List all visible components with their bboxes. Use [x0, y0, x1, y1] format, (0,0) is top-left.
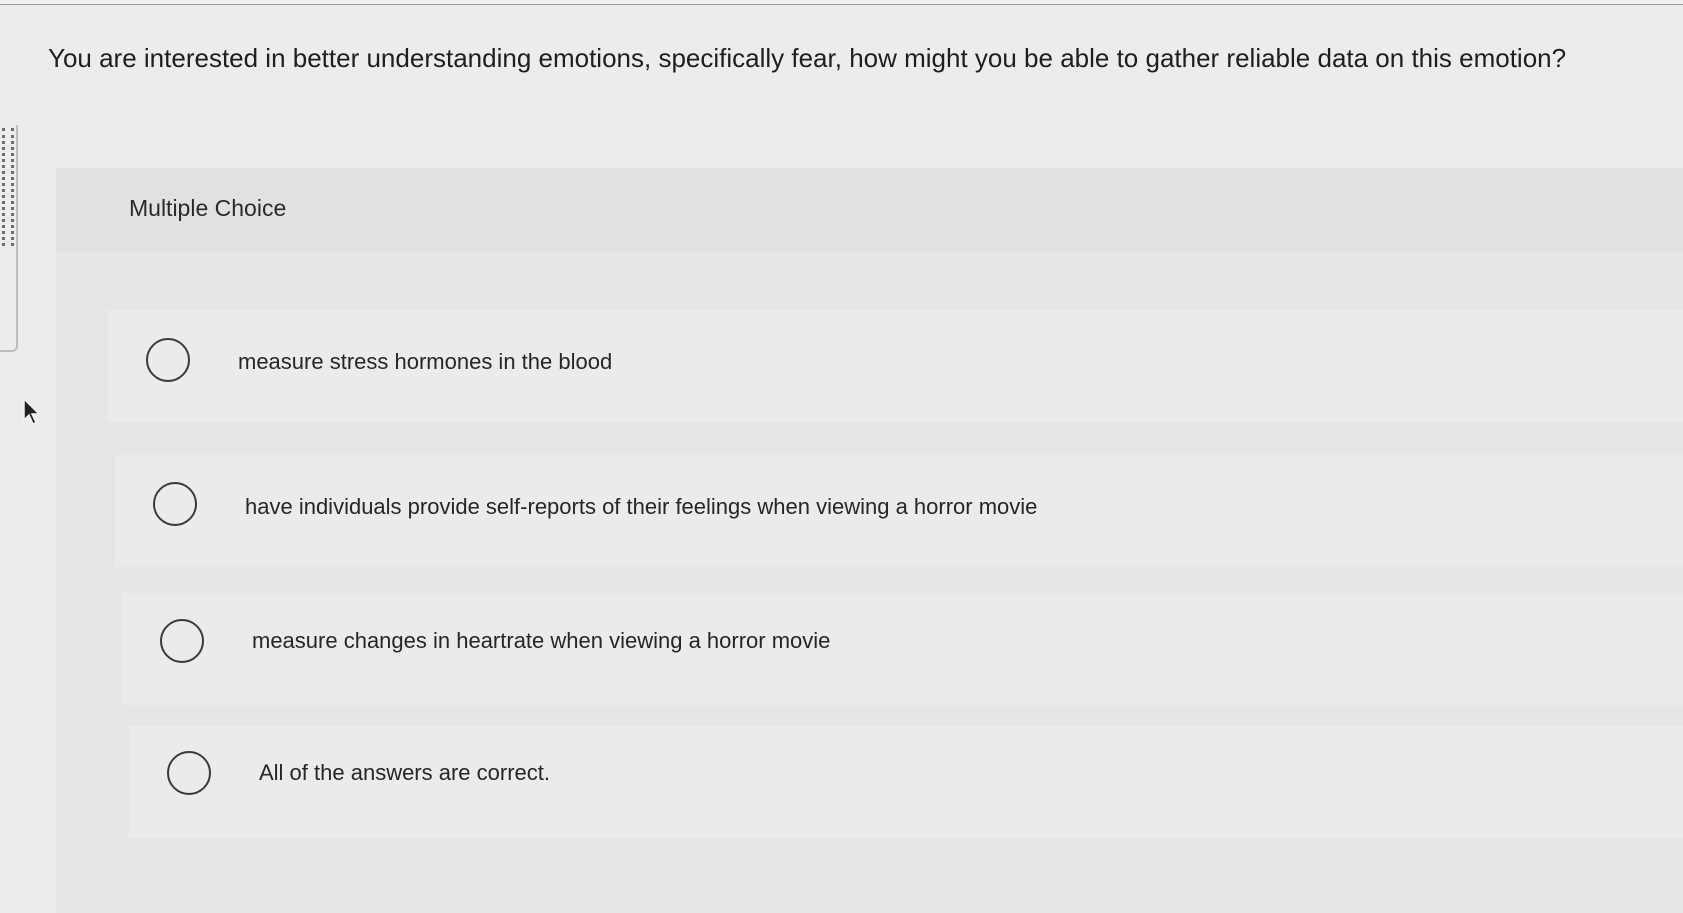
- answer-option-4[interactable]: All of the answers are correct.: [129, 726, 1683, 838]
- radio-button-icon[interactable]: [167, 751, 211, 795]
- answer-option-label: have individuals provide self-reports of…: [245, 494, 1038, 519]
- answer-option-3[interactable]: measure changes in heartrate when viewin…: [122, 593, 1683, 705]
- mouse-pointer-icon: [23, 398, 41, 426]
- question-prompt: You are interested in better understandi…: [48, 43, 1567, 73]
- answer-option-label: All of the answers are correct.: [259, 760, 551, 785]
- answer-option-2[interactable]: have individuals provide self-reports of…: [115, 455, 1683, 567]
- answer-option-label: measure changes in heartrate when viewin…: [252, 628, 831, 653]
- left-focus-outline: [2, 128, 14, 246]
- question-type-label: Multiple Choice: [129, 195, 287, 221]
- radio-button-icon[interactable]: [146, 338, 190, 382]
- radio-button-icon[interactable]: [160, 619, 204, 663]
- answer-option-label: measure stress hormones in the blood: [238, 349, 613, 374]
- radio-button-icon[interactable]: [153, 482, 197, 526]
- answer-panel-header: [56, 168, 1683, 252]
- answer-option-1[interactable]: measure stress hormones in the blood: [108, 310, 1683, 422]
- top-divider: [0, 0, 1683, 5]
